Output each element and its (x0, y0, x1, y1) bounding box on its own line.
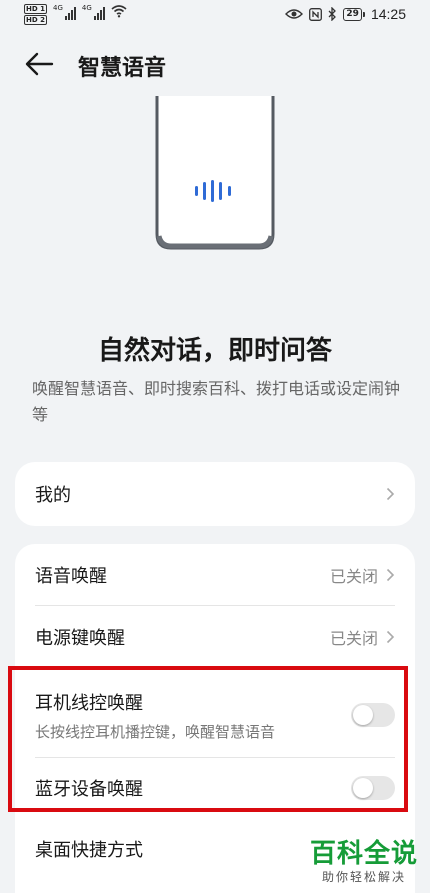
watermark-logo: 百科全说 助你轻松解决 (310, 833, 418, 885)
list-item-voice-wake[interactable]: 语音唤醒 已关闭 (15, 544, 415, 606)
wired-headset-wake-toggle[interactable] (351, 703, 395, 727)
voice-wake-label: 语音唤醒 (35, 566, 107, 587)
signal-icon-2: 4G (82, 4, 105, 20)
chevron-right-icon (386, 630, 395, 644)
chevron-right-icon (386, 487, 395, 501)
power-key-wake-label: 电源键唤醒 (35, 628, 125, 649)
nfc-icon (309, 7, 323, 21)
list-item-power-key-wake[interactable]: 电源键唤醒 已关闭 (15, 606, 415, 668)
sim1-hd-badge: HD 1 (24, 4, 47, 14)
list-item-wired-headset-wake[interactable]: 耳机线控唤醒 长按线控耳机播控键，唤醒智慧语音 (15, 668, 415, 758)
sim2-hd-badge: HD 2 (24, 15, 47, 25)
bluetooth-wake-label: 蓝牙设备唤醒 (35, 779, 143, 800)
back-arrow-icon[interactable] (24, 50, 56, 78)
wifi-icon (111, 5, 127, 18)
mine-label: 我的 (35, 485, 71, 506)
signal-icon-1: 4G (53, 4, 76, 20)
battery-icon: 29 (343, 7, 365, 21)
list-item-mine[interactable]: 我的 (15, 462, 415, 526)
voice-wake-status: 已关闭 (329, 567, 378, 586)
wired-headset-wake-description: 长按线控耳机播控键，唤醒智慧语音 (35, 722, 276, 741)
wired-headset-wake-label: 耳机线控唤醒 (35, 692, 143, 714)
desktop-shortcut-label: 桌面快捷方式 (35, 840, 143, 861)
bluetooth-wake-toggle[interactable] (351, 776, 395, 800)
chevron-right-icon (386, 568, 395, 582)
headline: 自然对话，即时问答 (97, 336, 332, 366)
status-bar: HD 1 HD 2 4G 4G 29 14:25 (0, 0, 430, 32)
clock: 14:25 (370, 6, 406, 22)
list-item-bluetooth-wake[interactable]: 蓝牙设备唤醒 (15, 758, 415, 818)
eye-icon (285, 9, 304, 19)
power-key-wake-status: 已关闭 (329, 629, 378, 648)
network-type-1: 4G (52, 4, 63, 12)
page-title: 智慧语音 (78, 56, 167, 81)
card-mine: 我的 (15, 462, 415, 526)
title-bar: 智慧语音 (0, 40, 430, 86)
bluetooth-icon (328, 7, 337, 21)
battery-level: 29 (343, 7, 362, 21)
description: 唤醒智慧语音、即时搜索百科、拨打电话或设定闹钟等 (32, 379, 401, 424)
network-type-2: 4G (81, 4, 92, 12)
watermark-main: 百科全说 (309, 839, 418, 869)
phone-illustration (40, 86, 390, 300)
sim-indicators: HD 1 HD 2 (24, 4, 47, 25)
watermark-sub: 助你轻松解决 (321, 870, 406, 884)
